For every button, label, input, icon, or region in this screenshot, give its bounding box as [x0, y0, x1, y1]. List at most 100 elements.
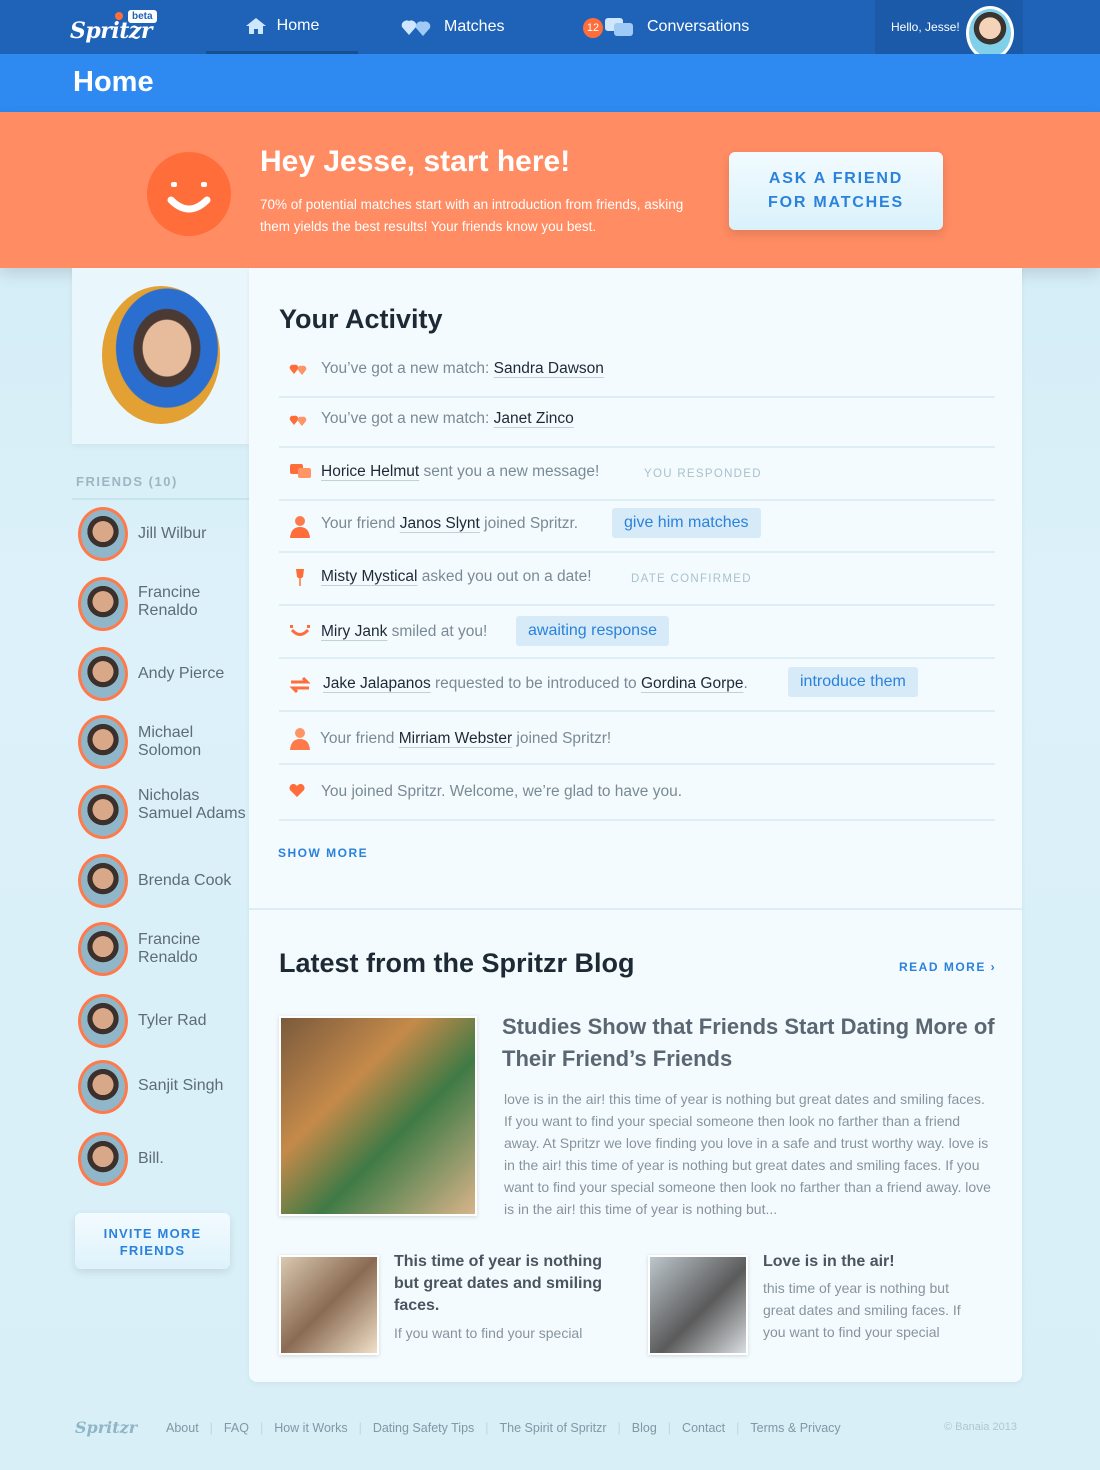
invite-more-friends-button[interactable]: INVITE MORE FRIENDS [75, 1213, 230, 1269]
ask-friend-button[interactable]: ASK A FRIEND FOR MATCHES [729, 152, 943, 230]
footer-separator: | [209, 1421, 213, 1435]
nav-matches[interactable]: Matches [400, 0, 504, 54]
profile-card [72, 268, 249, 444]
user-menu[interactable]: Hello, Jesse! [875, 0, 1023, 60]
match-hearts-icon [289, 364, 307, 375]
spritzr-logo[interactable]: Spritzr beta [70, 10, 165, 46]
blog-post3-photo[interactable] [648, 1255, 748, 1355]
nav-conversations-label: Conversations [647, 18, 750, 35]
friend-avatar [78, 507, 128, 561]
page-title: Home [73, 66, 154, 98]
blog-post2-photo[interactable] [279, 1255, 379, 1355]
smiley-icon [147, 152, 231, 236]
friend-item[interactable]: Michael Solomon [78, 715, 248, 771]
nav-home[interactable]: Home [206, 0, 358, 54]
friend-item[interactable]: Andy Pierce [78, 647, 248, 703]
activity-row: You joined Spritzr. Welcome, we’re glad … [279, 765, 995, 821]
activity-text: smiled at you! [387, 623, 488, 640]
activity-link[interactable]: Janos Slynt [400, 515, 480, 532]
friend-avatar [78, 1132, 128, 1186]
heart-icon [289, 784, 305, 797]
nav-conversations[interactable]: 12 Conversations [583, 0, 749, 54]
footer-link-how-it-works[interactable]: How it Works [274, 1421, 347, 1435]
introduce-arrows-icon [289, 677, 311, 693]
blog-post2-excerpt: If you want to find your special [394, 1325, 583, 1341]
nav-matches-label: Matches [444, 18, 505, 35]
read-more-link[interactable]: READ MORE › [899, 960, 996, 974]
activity-row: Misty Mystical asked you out on a date! … [279, 553, 995, 606]
footer-link-about[interactable]: About [166, 1421, 199, 1435]
hearts-icon [401, 20, 431, 36]
activity-text: requested to be introduced to [430, 675, 641, 692]
hero-description: 70% of potential matches start with an i… [260, 197, 684, 234]
home-icon [245, 17, 266, 34]
show-more-link[interactable]: SHOW MORE [278, 846, 368, 860]
activity-row: You’ve got a new match: Sandra Dawson [279, 348, 995, 398]
footer: Spritzr About | FAQ | How it Works | Dating… [0, 1410, 1100, 1450]
friend-name: Michael Solomon [138, 724, 202, 759]
friend-item[interactable]: Sanjit Singh [78, 1060, 248, 1116]
friend-item[interactable]: Jill Wilbur [78, 507, 248, 563]
footer-link-spirit[interactable]: The Spirit of Spritzr [500, 1421, 607, 1435]
activity-row: Your friend Mirriam Webster joined Sprit… [279, 712, 995, 765]
footer-link-blog[interactable]: Blog [632, 1421, 657, 1435]
friend-item[interactable]: Nicholas Samuel Adams [78, 785, 248, 841]
footer-logo[interactable]: Spritzr [75, 1418, 137, 1437]
friend-name: Bill. [138, 1150, 164, 1167]
activity-text: Your friend [321, 515, 400, 532]
message-icon [290, 464, 311, 478]
activity-text: asked you out on a date! [417, 568, 592, 585]
friend-item[interactable]: Bill. [78, 1132, 248, 1188]
footer-separator: | [358, 1421, 362, 1435]
activity-link[interactable]: Jake Jalapanos [323, 675, 431, 692]
give-him-matches-button[interactable]: give him matches [612, 508, 761, 538]
activity-row: Horice Helmut sent you a new message! YO… [279, 448, 995, 501]
footer-separator: | [736, 1421, 740, 1435]
activity-link[interactable]: Mirriam Webster [399, 730, 512, 747]
activity-row: Your friend Janos Slynt joined Spritzr. … [279, 501, 995, 553]
activity-link[interactable]: Horice Helmut [321, 463, 419, 480]
wine-glass-icon [296, 569, 304, 586]
introduce-them-button[interactable]: introduce them [788, 667, 918, 697]
friend-item[interactable]: Tyler Rad [78, 994, 248, 1050]
activity-row: Miry Jank smiled at you! awaiting respon… [279, 606, 995, 659]
main-panel: Your Activity You’ve got a new match: Sa… [249, 268, 1022, 1382]
user-avatar[interactable] [966, 6, 1014, 60]
activity-link[interactable]: Janet Zinco [494, 410, 574, 427]
blog-main-post-title[interactable]: Studies Show that Friends Start Dating M… [502, 1011, 1002, 1075]
activity-title: Your Activity [279, 304, 443, 334]
footer-separator: | [259, 1421, 264, 1435]
friend-item[interactable]: Francine Renaldo [78, 575, 248, 631]
footer-links: About | FAQ | How it Works | Dating Safety … [166, 1421, 841, 1435]
activity-link[interactable]: Sandra Dawson [494, 360, 604, 377]
footer-link-faq[interactable]: FAQ [224, 1421, 249, 1435]
activity-link[interactable]: Miry Jank [321, 623, 387, 640]
awaiting-response-button[interactable]: awaiting response [516, 616, 669, 646]
activity-link[interactable]: Misty Mystical [321, 568, 417, 585]
hero-banner: Hey Jesse, start here! 70% of potential … [0, 112, 1100, 268]
friend-item[interactable]: Francine Renaldo [78, 922, 248, 978]
friend-avatar [78, 1060, 128, 1114]
profile-photo[interactable] [102, 286, 220, 424]
friend-avatar [78, 577, 128, 631]
footer-link-terms[interactable]: Terms & Privacy [750, 1421, 840, 1435]
friend-avatar [78, 922, 128, 976]
friend-name: Francine Renaldo [138, 931, 201, 966]
activity-row: Jake Jalapanos requested to be introduce… [279, 659, 995, 712]
hero-title: Hey Jesse, start here! [260, 145, 571, 178]
footer-link-contact[interactable]: Contact [682, 1421, 725, 1435]
friend-item[interactable]: Brenda Cook [78, 854, 248, 910]
person-icon [290, 728, 310, 750]
activity-link[interactable]: Gordina Gorpe [641, 675, 744, 692]
greeting-text: Hello, Jesse! [891, 20, 960, 34]
activity-row: You’ve got a new match: Janet Zinco [279, 398, 995, 448]
blog-main-photo[interactable] [279, 1016, 477, 1216]
beta-badge: beta [128, 10, 157, 23]
friend-name: Nicholas Samuel Adams [138, 787, 246, 822]
activity-text: You’ve got a new match: [321, 410, 494, 427]
footer-link-safety-tips[interactable]: Dating Safety Tips [373, 1421, 474, 1435]
friend-name: Brenda Cook [138, 872, 232, 889]
blog-post2-title[interactable]: This time of year is nothing but great d… [394, 1251, 609, 1317]
activity-text: Your friend [320, 730, 399, 747]
blog-post3-title[interactable]: Love is in the air! [763, 1251, 978, 1273]
